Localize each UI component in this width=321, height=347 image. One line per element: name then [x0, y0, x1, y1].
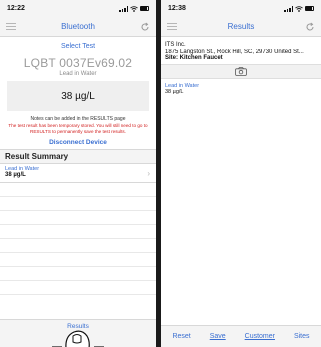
reading-value: 38 µg/L	[61, 90, 95, 102]
nav-bar: Bluetooth	[0, 17, 156, 37]
result-summary-header: Result Summary	[0, 150, 156, 164]
hamburger-menu-icon[interactable]	[6, 23, 16, 30]
sites-button[interactable]: Sites	[294, 333, 310, 340]
signal-icon	[119, 5, 128, 12]
app-comparison: 12:22 Bluetooth Select Test LQBT 0037Ev6…	[0, 0, 321, 347]
temporary-storage-warning: The test result has been temporary store…	[8, 123, 148, 134]
status-time: 12:38	[168, 5, 186, 12]
refresh-icon[interactable]	[140, 22, 150, 32]
battery-icon	[140, 6, 149, 11]
bottom-bar: Results	[0, 319, 156, 347]
results-toolbar: Reset Save Customer Sites	[161, 325, 321, 347]
result-entry[interactable]: Lead in Water 38 µg/L	[161, 79, 321, 99]
hamburger-menu-icon[interactable]	[167, 23, 177, 30]
device-serial: LQBT 0037Ev69.02	[23, 56, 133, 70]
bluetooth-screen: 12:22 Bluetooth Select Test LQBT 0037Ev6…	[0, 0, 156, 347]
reset-button[interactable]: Reset	[172, 333, 190, 340]
notes-hint: Notes can be added in the RESULTS page	[30, 116, 126, 122]
result-value: 38 µg/L	[165, 89, 184, 96]
site-name: Site: Kitchen Faucet	[165, 55, 223, 62]
customer-button[interactable]: Customer	[245, 333, 275, 340]
camera-button[interactable]	[161, 64, 321, 80]
page-title: Bluetooth	[61, 22, 95, 31]
wifi-icon	[130, 5, 138, 12]
status-bar: 12:38	[161, 0, 321, 17]
customer-name: ITS Inc.	[165, 42, 186, 48]
results-screen: 12:38 Results ITS Inc. 1875 Langston St.…	[161, 0, 321, 347]
measurement-label: Lead in Water	[59, 71, 97, 77]
signal-icon	[284, 5, 293, 12]
save-button[interactable]: Save	[210, 333, 226, 340]
reading-display: 38 µg/L	[7, 81, 149, 111]
nav-bar: Results	[161, 17, 321, 37]
battery-icon	[305, 6, 314, 11]
status-icons	[119, 5, 149, 12]
finger-tap-icon	[52, 330, 104, 347]
status-time: 12:22	[7, 5, 25, 12]
select-test-link[interactable]: Select Test	[0, 37, 156, 54]
camera-icon	[235, 67, 247, 76]
status-bar: 12:22	[0, 0, 156, 17]
status-icons	[284, 5, 314, 12]
disconnect-device-button[interactable]: Disconnect Device	[0, 134, 156, 150]
list-item[interactable]: Lead in Water 38 µg/L ›	[0, 164, 156, 183]
page-title: Results	[227, 22, 255, 31]
chevron-right-icon: ›	[147, 169, 150, 178]
empty-list-rows	[0, 183, 156, 295]
summary-value: 38 µg/L	[5, 172, 26, 178]
refresh-icon[interactable]	[305, 22, 315, 32]
wifi-icon	[295, 5, 303, 12]
